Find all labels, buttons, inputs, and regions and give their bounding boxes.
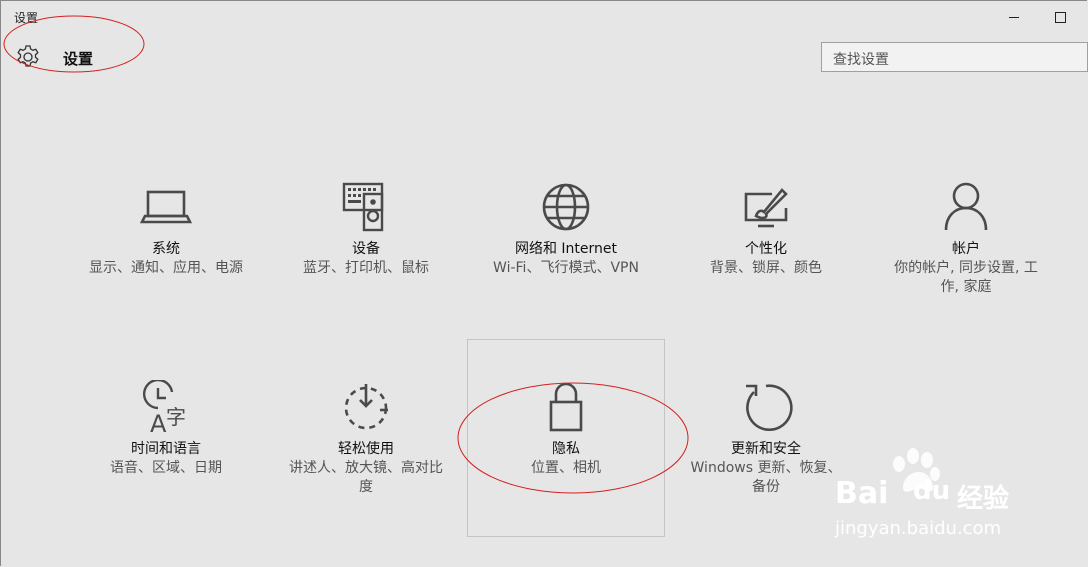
laptop-icon — [139, 190, 193, 224]
tile-desc: 蓝牙、打印机、鼠标 — [303, 260, 429, 276]
watermark-brand-jingyan: 经验 — [957, 484, 1010, 514]
watermark-brand-du: du — [913, 476, 951, 506]
tile-title: 系统 — [152, 241, 180, 257]
watermark-brand-bai: Bai — [835, 476, 889, 511]
keyboard-speaker-icon — [342, 182, 384, 232]
person-icon — [944, 182, 988, 231]
tile-accounts[interactable]: 帐户 你的帐户, 同步设置, 工作, 家庭 — [866, 180, 1066, 297]
tile-title: 轻松使用 — [338, 441, 394, 457]
svg-text:字: 字 — [166, 405, 186, 429]
tile-title: 个性化 — [745, 241, 787, 257]
tile-ease-of-access[interactable]: 轻松使用 讲述人、放大镜、高对比度 — [266, 380, 466, 497]
svg-text:A: A — [150, 410, 167, 436]
paint-brush-monitor-icon — [744, 188, 788, 228]
watermark-url: jingyan.baidu.com — [835, 518, 1002, 539]
tile-title: 帐户 — [952, 241, 980, 257]
tile-time-language[interactable]: A 字 时间和语言 语音、区域、日期 — [66, 380, 266, 478]
globe-icon — [542, 183, 590, 231]
maximize-icon — [1054, 11, 1066, 23]
ease-of-access-icon — [344, 384, 388, 430]
tile-personalization[interactable]: 个性化 背景、锁屏、颜色 — [666, 180, 866, 278]
tile-network[interactable]: 网络和 Internet Wi-Fi、飞行模式、VPN — [466, 180, 666, 278]
baidu-watermark: Bai du 经验 jingyan.baidu.com — [835, 448, 1035, 548]
annotation-circle-privacy — [457, 382, 689, 494]
tile-desc: 显示、通知、应用、电源 — [89, 260, 243, 276]
clock-language-icon: A 字 — [142, 380, 186, 436]
maximize-button[interactable] — [1040, 6, 1080, 28]
tile-title: 网络和 Internet — [514, 241, 618, 257]
tile-devices[interactable]: 设备 蓝牙、打印机、鼠标 — [266, 180, 466, 278]
tile-system[interactable]: 系统 显示、通知、应用、电源 — [66, 180, 266, 278]
tile-desc: 讲述人、放大镜、高对比度 — [289, 460, 443, 495]
tile-title: 设备 — [352, 241, 380, 257]
tile-desc: 语音、区域、日期 — [110, 460, 222, 476]
minimize-icon — [1009, 16, 1019, 18]
tile-title: 时间和语言 — [131, 441, 201, 457]
search-input[interactable]: 查找设置 — [821, 42, 1088, 72]
refresh-icon — [746, 384, 793, 431]
tile-desc: 背景、锁屏、颜色 — [710, 260, 822, 276]
tile-desc: Wi-Fi、飞行模式、VPN — [493, 260, 639, 276]
annotation-circle-title — [3, 15, 145, 73]
tile-desc: 你的帐户, 同步设置, 工作, 家庭 — [894, 260, 1038, 295]
minimize-button[interactable] — [994, 6, 1034, 28]
